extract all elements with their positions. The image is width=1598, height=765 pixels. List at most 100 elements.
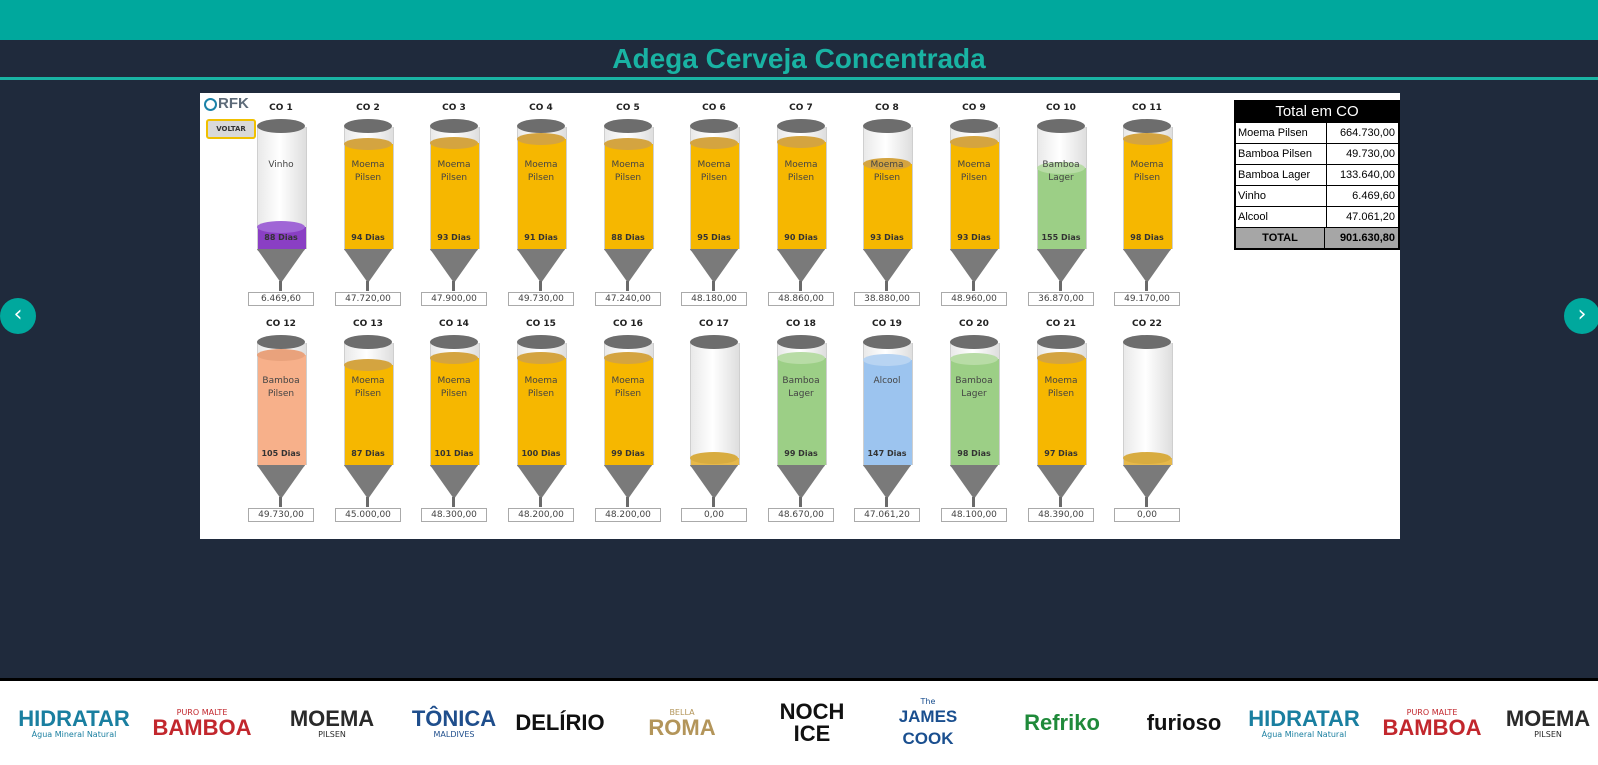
tank-15[interactable]: CO 15 Moema Pilsen 100 Dias 48.200,00	[506, 313, 576, 528]
page-title: Adega Cerveja Concentrada	[612, 43, 986, 74]
tank-id: CO 2	[356, 103, 380, 113]
brand-sub: Água Mineral Natural	[1261, 729, 1347, 739]
tank-cone	[863, 465, 911, 499]
tank-days: 100 Dias	[521, 449, 561, 458]
tank-outlet	[972, 281, 975, 291]
tank-liquid-surface	[690, 137, 738, 149]
chevron-right-icon: ›	[1577, 302, 1587, 327]
brand-logo: MOEMA PILSEN	[1496, 681, 1598, 765]
tank-20[interactable]: CO 20 Bamboa Lager 98 Dias 48.100,00	[939, 313, 1009, 528]
tank-outlet	[799, 497, 802, 507]
tank-days: 98 Dias	[1130, 233, 1164, 242]
tank-8[interactable]: CO 8 Moema Pilsen 93 Dias 38.880,00	[852, 97, 922, 312]
tank-cap	[690, 119, 738, 133]
brand-name: HIDRATAR	[1248, 705, 1360, 731]
summary-row: Bamboa Lager 133.640,00	[1236, 165, 1398, 185]
tank-cap	[604, 335, 652, 349]
tank-outlet	[799, 281, 802, 291]
tank-beer-name: Bamboa Pilsen	[262, 376, 300, 399]
brand-logo: PURO MALTE BAMBOA	[150, 681, 254, 765]
tank-beer-name: Moema Pilsen	[1044, 376, 1078, 399]
brand-name: TÔNICA	[411, 705, 497, 731]
brand-carousel: HIDRATAR Água Mineral Natural PURO MALTE BA…	[0, 681, 1598, 765]
tank-cap	[517, 335, 565, 349]
tank-liquid-surface	[257, 349, 305, 361]
tank-beer-name: Moema Pilsen	[611, 160, 645, 183]
brand-name: JAMES COOK	[898, 706, 958, 748]
tank-days: 105 Dias	[261, 449, 301, 458]
tank-10[interactable]: CO 10 Bamboa Lager 155 Dias 36.870,00	[1026, 97, 1096, 312]
tank-id: CO 10	[1046, 103, 1076, 113]
tank-cone	[1123, 249, 1171, 283]
tank-outlet	[366, 497, 369, 507]
brand-logo: NOCH ICE	[760, 681, 864, 765]
tank-cone	[344, 249, 392, 283]
tank-5[interactable]: CO 5 Moema Pilsen 88 Dias 47.240,00	[593, 97, 663, 312]
tank-outlet	[885, 497, 888, 507]
tank-days: 93 Dias	[870, 233, 904, 242]
brand-sub: PILSEN	[1534, 729, 1562, 739]
tank-1[interactable]: CO 1 Vinho 88 Dias 6.469,60	[246, 97, 316, 312]
summary-row-name: Alcool	[1236, 207, 1327, 227]
tank-volume: 48.100,00	[941, 508, 1007, 522]
tank-cone	[517, 249, 565, 283]
tank-9[interactable]: CO 9 Moema Pilsen 93 Dias 48.960,00	[939, 97, 1009, 312]
tank-17[interactable]: CO 17 0,00	[679, 313, 749, 528]
tank-2[interactable]: CO 2 Moema Pilsen 94 Dias 47.720,00	[333, 97, 403, 312]
tank-21[interactable]: CO 21 Moema Pilsen 97 Dias 48.390,00	[1026, 313, 1096, 528]
brand-logo: MOEMA PILSEN	[280, 681, 384, 765]
tank-volume: 0,00	[681, 508, 747, 522]
tank-14[interactable]: CO 14 Moema Pilsen 101 Dias 48.300,00	[419, 313, 489, 528]
tank-id: CO 5	[616, 103, 640, 113]
prev-slide-button[interactable]: ‹	[0, 298, 36, 334]
tank-4[interactable]: CO 4 Moema Pilsen 91 Dias 49.730,00	[506, 97, 576, 312]
tank-cap	[950, 335, 998, 349]
tank-id: CO 16	[613, 319, 643, 329]
tank-outlet	[452, 497, 455, 507]
tank-6[interactable]: CO 6 Moema Pilsen 95 Dias 48.180,00	[679, 97, 749, 312]
summary-row: Alcool 47.061,20	[1236, 207, 1398, 227]
tank-3[interactable]: CO 3 Moema Pilsen 93 Dias 47.900,00	[419, 97, 489, 312]
tank-id: CO 13	[353, 319, 383, 329]
tank-days: 90 Dias	[784, 233, 818, 242]
tank-beer-name: Bamboa Lager	[1042, 160, 1080, 183]
tank-16[interactable]: CO 16 Moema Pilsen 99 Dias 48.200,00	[593, 313, 663, 528]
tank-beer-name: Moema Pilsen	[524, 376, 558, 399]
tank-days: 101 Dias	[434, 449, 474, 458]
tank-19[interactable]: CO 19 Alcool 147 Dias 47.061,20	[852, 313, 922, 528]
tank-13[interactable]: CO 13 Moema Pilsen 87 Dias 45.000,00	[333, 313, 403, 528]
logo-text: RFK	[218, 95, 249, 112]
tank-volume: 48.670,00	[768, 508, 834, 522]
tank-beer-name: Moema Pilsen	[784, 160, 818, 183]
tank-outlet	[626, 497, 629, 507]
tank-volume: 47.720,00	[335, 292, 401, 306]
tank-body	[517, 127, 567, 249]
brand-logo: DELÍRIO	[508, 681, 612, 765]
tank-beer-name: Moema Pilsen	[351, 376, 385, 399]
tank-liquid-surface	[517, 352, 565, 364]
tank-cone	[777, 249, 825, 283]
tank-cap	[863, 335, 911, 349]
tank-outlet	[539, 497, 542, 507]
tank-volume: 48.300,00	[421, 508, 487, 522]
tank-id: CO 22	[1132, 319, 1162, 329]
tank-7[interactable]: CO 7 Moema Pilsen 90 Dias 48.860,00	[766, 97, 836, 312]
tank-days: 87 Dias	[351, 449, 385, 458]
tank-11[interactable]: CO 11 Moema Pilsen 98 Dias 49.170,00	[1112, 97, 1182, 312]
tank-liquid-surface	[950, 136, 998, 148]
brand-logo: HIDRATAR Água Mineral Natural	[18, 681, 130, 765]
top-bar	[0, 0, 1598, 40]
tank-beer-name: Bamboa Lager	[955, 376, 993, 399]
tank-liquid-surface	[1123, 133, 1171, 145]
summary-row-name: Bamboa Lager	[1236, 165, 1327, 185]
tank-18[interactable]: CO 18 Bamboa Lager 99 Dias 48.670,00	[766, 313, 836, 528]
tank-volume: 49.170,00	[1114, 292, 1180, 306]
tank-cap	[1037, 119, 1085, 133]
tank-22[interactable]: CO 22 0,00	[1112, 313, 1182, 528]
tank-id: CO 21	[1046, 319, 1076, 329]
next-slide-button[interactable]: ›	[1564, 298, 1598, 334]
tank-12[interactable]: CO 12 Bamboa Pilsen 105 Dias 49.730,00	[246, 313, 316, 528]
tank-cone	[430, 249, 478, 283]
tank-body	[863, 127, 913, 249]
tank-outlet	[539, 281, 542, 291]
